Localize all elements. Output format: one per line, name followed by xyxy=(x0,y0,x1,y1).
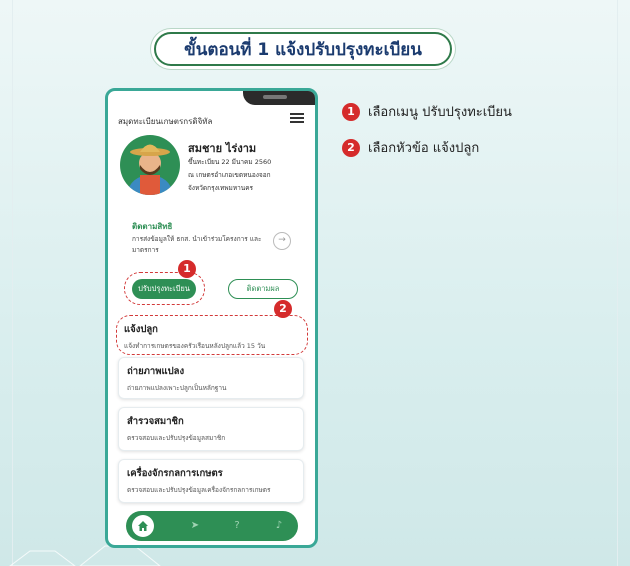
tracking-description: การส่งข้อมูลให้ ธกส. นำเข้าร่วมโครงการ แ… xyxy=(132,235,262,254)
farmer-avatar xyxy=(120,135,180,195)
step-instruction-1: 1 เลือกเมนู ปรับปรุงทะเบียน xyxy=(342,101,512,122)
home-icon[interactable] xyxy=(132,515,154,537)
registration-date: ขึ้นทะเบียน 22 มีนาคม 2560 xyxy=(188,158,272,166)
card-description: ตรวจสอบและปรับปรุงข้อมูลสมาชิก xyxy=(127,434,226,442)
step-title: ขั้นตอนที่ 1 แจ้งปรับปรุงทะเบียน xyxy=(184,39,422,60)
card-description: ตรวจสอบและปรับปรุงข้อมูลเครื่องจักรกลการ… xyxy=(127,486,271,494)
card-plot-photo[interactable]: ถ่ายภาพแปลง ถ่ายภาพแปลงเพาะปลูกเป็นหลักฐ… xyxy=(118,357,304,399)
card-report-planting[interactable]: แจ้งปลูก แจ้งทำการเกษตรของครัวเรือนหลังป… xyxy=(118,319,304,351)
callout-badge-2: 2 xyxy=(274,300,292,318)
registration-province: จังหวัดกรุงเทพมหานคร xyxy=(188,184,254,192)
step-title-banner: ขั้นตอนที่ 1 แจ้งปรับปรุงทะเบียน xyxy=(154,32,452,66)
hamburger-menu-icon[interactable] xyxy=(290,113,304,123)
card-description: แจ้งทำการเกษตรของครัวเรือนหลังปลูกแล้ว 1… xyxy=(124,342,266,350)
phone-mockup: สมุดทะเบียนเกษตรกรดิจิทัล สมชาย ไร่งาม ข… xyxy=(105,88,318,548)
card-title: แจ้งปลูก xyxy=(124,324,158,335)
phone-speaker xyxy=(263,95,287,99)
help-icon[interactable]: ? xyxy=(230,519,244,533)
update-registration-button[interactable]: ปรับปรุงทะเบียน xyxy=(132,279,196,299)
callout-badge-1: 1 xyxy=(178,260,196,278)
tracking-label: ติดตามสิทธิ xyxy=(132,222,173,231)
step-number-badge: 2 xyxy=(342,138,360,157)
card-title: เครื่องจักรกลการเกษตร xyxy=(127,468,223,479)
card-member-survey[interactable]: สำรวจสมาชิก ตรวจสอบและปรับปรุงข้อมูลสมาช… xyxy=(118,407,304,451)
user-name: สมชาย ไร่งาม xyxy=(188,142,257,155)
bell-icon[interactable]: ♪ xyxy=(272,519,286,533)
track-results-button[interactable]: ติดตามผล xyxy=(228,279,298,299)
card-title: ถ่ายภาพแปลง xyxy=(127,366,185,377)
send-icon[interactable]: ➤ xyxy=(188,519,202,533)
app-title: สมุดทะเบียนเกษตรกรดิจิทัล xyxy=(118,117,213,126)
step-text: เลือกหัวข้อ แจ้งปลูก xyxy=(368,141,480,156)
registration-office: ณ เกษตรอำเภอเขตหนองจอก xyxy=(188,171,271,179)
card-farm-machinery[interactable]: เครื่องจักรกลการเกษตร ตรวจสอบและปรับปรุง… xyxy=(118,459,304,503)
card-description: ถ่ายภาพแปลงเพาะปลูกเป็นหลักฐาน xyxy=(127,384,227,392)
step-instruction-2: 2 เลือกหัวข้อ แจ้งปลูก xyxy=(342,137,479,158)
bottom-nav-bar: ➤ ? ♪ xyxy=(126,511,298,541)
card-title: สำรวจสมาชิก xyxy=(127,416,184,427)
step-number-badge: 1 xyxy=(342,102,360,121)
arrow-right-icon[interactable]: → xyxy=(273,232,291,250)
step-text: เลือกเมนู ปรับปรุงทะเบียน xyxy=(368,105,512,120)
